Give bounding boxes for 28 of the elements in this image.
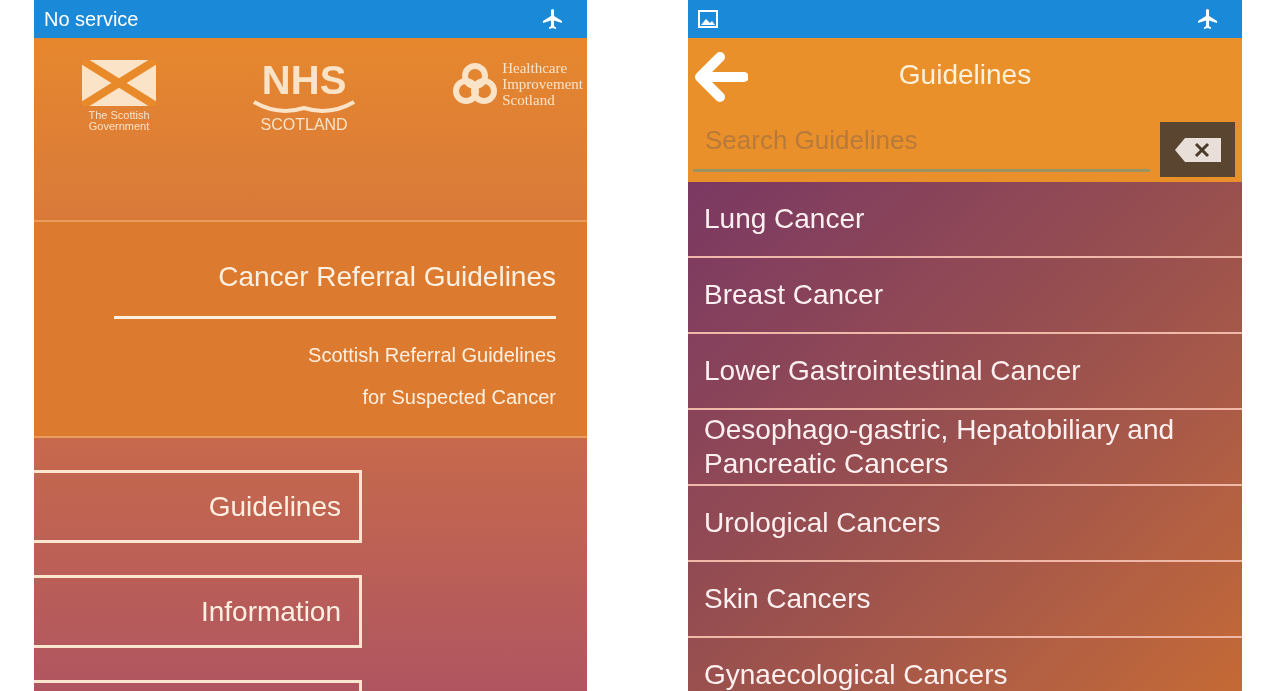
list-item[interactable]: Lung Cancer bbox=[688, 182, 1242, 258]
logo-text: Improvement bbox=[502, 76, 583, 92]
list-item[interactable]: Oesophago-gastric, Hepatobiliary and Pancreatic Cancers bbox=[688, 410, 1242, 486]
swirl-icon bbox=[252, 100, 357, 116]
menu-button[interactable]: Information bbox=[34, 575, 362, 648]
logo-text: SCOTLAND bbox=[260, 116, 348, 134]
list-item[interactable]: Skin Cancers bbox=[688, 562, 1242, 638]
backspace-icon bbox=[1174, 137, 1221, 162]
back-button[interactable] bbox=[694, 52, 748, 102]
logo-text: Government bbox=[88, 121, 150, 132]
menu-button[interactable]: Guidelines bbox=[34, 470, 362, 543]
list-item[interactable]: Gynaecological Cancers bbox=[688, 638, 1242, 691]
knot-icon bbox=[452, 61, 499, 107]
logo-text: Healthcare bbox=[502, 60, 569, 76]
clear-button[interactable] bbox=[1160, 122, 1235, 177]
subtitle-text: Scottish Referral Guidelines bbox=[308, 343, 556, 368]
logo-text: NHS bbox=[261, 60, 347, 100]
logo-text: Scotland bbox=[502, 92, 556, 108]
carrier-text: No service bbox=[44, 7, 139, 32]
logo-text: The Scottish bbox=[88, 110, 150, 121]
screen-title: Guidelines bbox=[897, 58, 1033, 92]
subtitle-text: for Suspected Cancer bbox=[362, 385, 556, 410]
list-item[interactable]: Lower Gastrointestinal Cancer bbox=[688, 334, 1242, 410]
list-item[interactable]: Breast Cancer bbox=[688, 258, 1242, 334]
back-arrow-icon bbox=[694, 52, 748, 102]
list-item[interactable]: Urological Cancers bbox=[688, 486, 1242, 562]
app-title: Cancer Referral Guidelines bbox=[218, 260, 556, 294]
flag-icon bbox=[82, 60, 156, 106]
